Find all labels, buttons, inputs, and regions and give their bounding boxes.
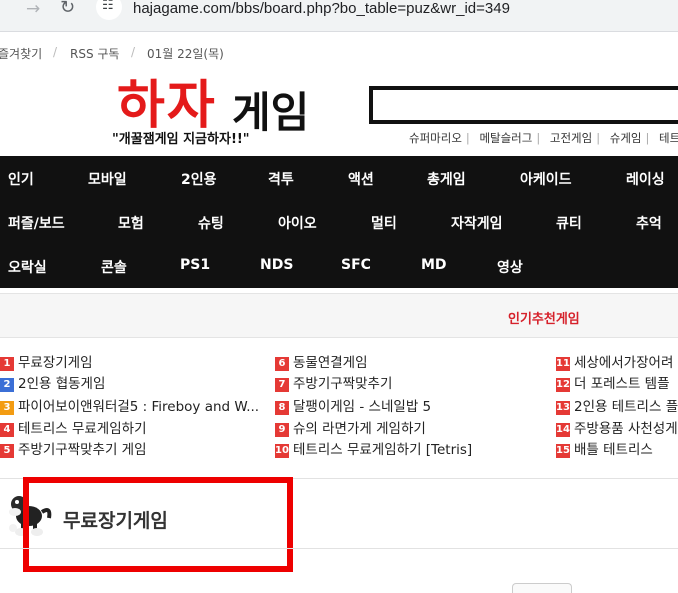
game-link[interactable]: 슈의 라면가게 게임하기 [293,421,426,437]
divider [0,548,678,549]
logo-text-red: 하자 [117,76,217,136]
game-link[interactable]: 주방용품 사천성게 [574,421,678,437]
game-link[interactable]: 달팽이게임 - 스네일밥 5 [293,399,431,415]
list-item[interactable]: 15 배틀 테트리스 [556,441,653,459]
game-link[interactable]: 주방기구짝맞추기 [293,376,392,392]
nav-item-arcade[interactable]: 아케이드 [520,169,572,189]
game-link[interactable]: 세상에서가장어려 [574,355,673,371]
rss-link[interactable]: RSS 구독 [70,45,119,62]
action-button[interactable] [512,583,572,593]
nav-item-arcade-hall[interactable]: 오락실 [8,257,47,277]
list-item[interactable]: 7 주방기구짝맞추기 [275,375,392,393]
list-item[interactable]: 6 동물연결게임 [275,354,368,372]
nav-item-2player[interactable]: 2인용 [181,169,217,189]
nav-item-puzzle[interactable]: 퍼즐/보드 [8,213,65,233]
quick-link[interactable]: 슈게임 [610,131,642,145]
recommend-title[interactable]: 인기추천게임 [508,308,580,327]
list-item[interactable]: 3 파이어보이앤워터걸5 : Fireboy and W... [0,398,259,416]
rank-badge: 9 [275,423,289,437]
rank-badge: 13 [556,401,570,415]
rank-badge: 10 [275,444,289,458]
nav-item-shooting[interactable]: 슈팅 [198,213,224,233]
list-item[interactable]: 2 2인용 협동게임 [0,375,105,393]
rank-badge: 4 [0,423,14,437]
forward-arrow-icon[interactable]: → [26,0,40,32]
rank-badge: 14 [556,423,570,437]
game-link[interactable]: 더 포레스트 템플 [574,376,670,392]
rank-badge: 2 [0,378,14,392]
game-link[interactable]: 동물연결게임 [293,355,368,371]
separator: / [53,45,58,59]
address-bar[interactable]: hajagame.com/bbs/board.php?bo_table=puz&… [133,0,510,18]
list-item[interactable]: 14 주방용품 사천성게 [556,420,678,438]
rank-badge: 1 [0,357,14,371]
nav-item-md[interactable]: MD [421,257,447,273]
list-item[interactable]: 12 더 포레스트 템플 [556,375,670,393]
nav-item-fighting[interactable]: 격투 [268,169,294,189]
nav-item-racing[interactable]: 레이싱 [626,169,665,189]
reload-icon[interactable]: ↻ [60,0,75,31]
slogan: "개꿀잼게임 지금하자!!" [112,132,250,147]
rank-badge: 8 [275,401,289,415]
rank-badge: 5 [0,444,14,458]
list-item[interactable]: 5 주방기구짝맞추기 게임 [0,441,147,459]
rank-badge: 12 [556,378,570,392]
category-nav: 인기 모바일 2인용 격투 액션 총게임 아케이드 레이싱 퍼즐/보드 모험 슈… [0,156,678,288]
nav-item-video[interactable]: 영상 [497,257,523,277]
nav-item-popular[interactable]: 인기 [8,169,34,189]
nav-item-multi[interactable]: 멀티 [371,213,397,233]
nav-item-cute[interactable]: 큐티 [556,213,582,233]
game-link[interactable]: 배틀 테트리스 [574,442,653,458]
game-link[interactable]: 2인용 테트리스 플 [574,399,678,415]
quick-link[interactable]: 테트리스 [659,131,678,145]
list-item[interactable]: 10 테트리스 무료게임하기 [Tetris] [275,441,472,459]
recommend-bar: 인기추천게임 [0,293,678,338]
list-item[interactable]: 4 테트리스 무료게임하기 [0,420,147,438]
separator: / [131,45,136,59]
nav-item-retro[interactable]: 추억 [636,213,662,233]
separator: | [596,131,601,145]
game-link[interactable]: 2인용 협동게임 [18,376,105,392]
nav-item-action[interactable]: 액션 [348,169,374,189]
nav-item-mobile[interactable]: 모바일 [88,169,127,189]
list-item[interactable]: 8 달팽이게임 - 스네일밥 5 [275,398,431,416]
highlight-annotation [23,477,293,572]
game-link[interactable]: 무료장기게임 [18,355,93,371]
bookmark-link[interactable]: 즐겨찾기 [0,45,42,62]
list-item[interactable]: 13 2인용 테트리스 플 [556,398,678,416]
nav-item-io[interactable]: 아이오 [278,213,317,233]
quick-link[interactable]: 슈퍼마리오 [409,131,462,145]
game-link[interactable]: 주방기구짝맞추기 게임 [18,442,147,458]
quick-link[interactable]: 고전게임 [550,131,592,145]
rank-badge: 7 [275,378,289,392]
quick-link[interactable]: 메탈슬러그 [479,131,532,145]
nav-item-ps1[interactable]: PS1 [180,257,210,273]
nav-item-console[interactable]: 콘솔 [101,257,127,277]
separator: | [536,131,541,145]
site-settings-icon: ☷ [102,0,114,13]
rank-badge: 11 [556,357,570,371]
browser-toolbar: → ↻ ☷ hajagame.com/bbs/board.php?bo_tabl… [0,0,678,32]
nav-item-sfc[interactable]: SFC [341,257,371,273]
game-link[interactable]: 파이어보이앤워터걸5 : Fireboy and W... [18,399,259,415]
nav-item-adventure[interactable]: 모험 [118,213,144,233]
rank-badge: 3 [0,401,14,415]
separator: | [645,131,650,145]
list-item[interactable]: 1 무료장기게임 [0,354,93,372]
game-link[interactable]: 테트리스 무료게임하기 [Tetris] [293,442,472,458]
today-date: 01월 22일(목) [147,47,224,61]
rank-badge: 15 [556,444,570,458]
separator: | [465,131,470,145]
rank-badge: 6 [275,357,289,371]
nav-item-indie[interactable]: 자작게임 [451,213,503,233]
quick-links: 슈퍼마리오| 메탈슬러그| 고전게임| 슈게임| 테트리스 [409,130,678,146]
site-info-button[interactable]: ☷ [96,0,122,20]
game-link[interactable]: 테트리스 무료게임하기 [18,421,147,437]
list-item[interactable]: 11 세상에서가장어려 [556,354,673,372]
list-item[interactable]: 9 슈의 라면가게 게임하기 [275,420,426,438]
nav-item-shooter[interactable]: 총게임 [427,169,466,189]
search-input[interactable] [369,86,678,124]
nav-item-nds[interactable]: NDS [260,257,293,273]
